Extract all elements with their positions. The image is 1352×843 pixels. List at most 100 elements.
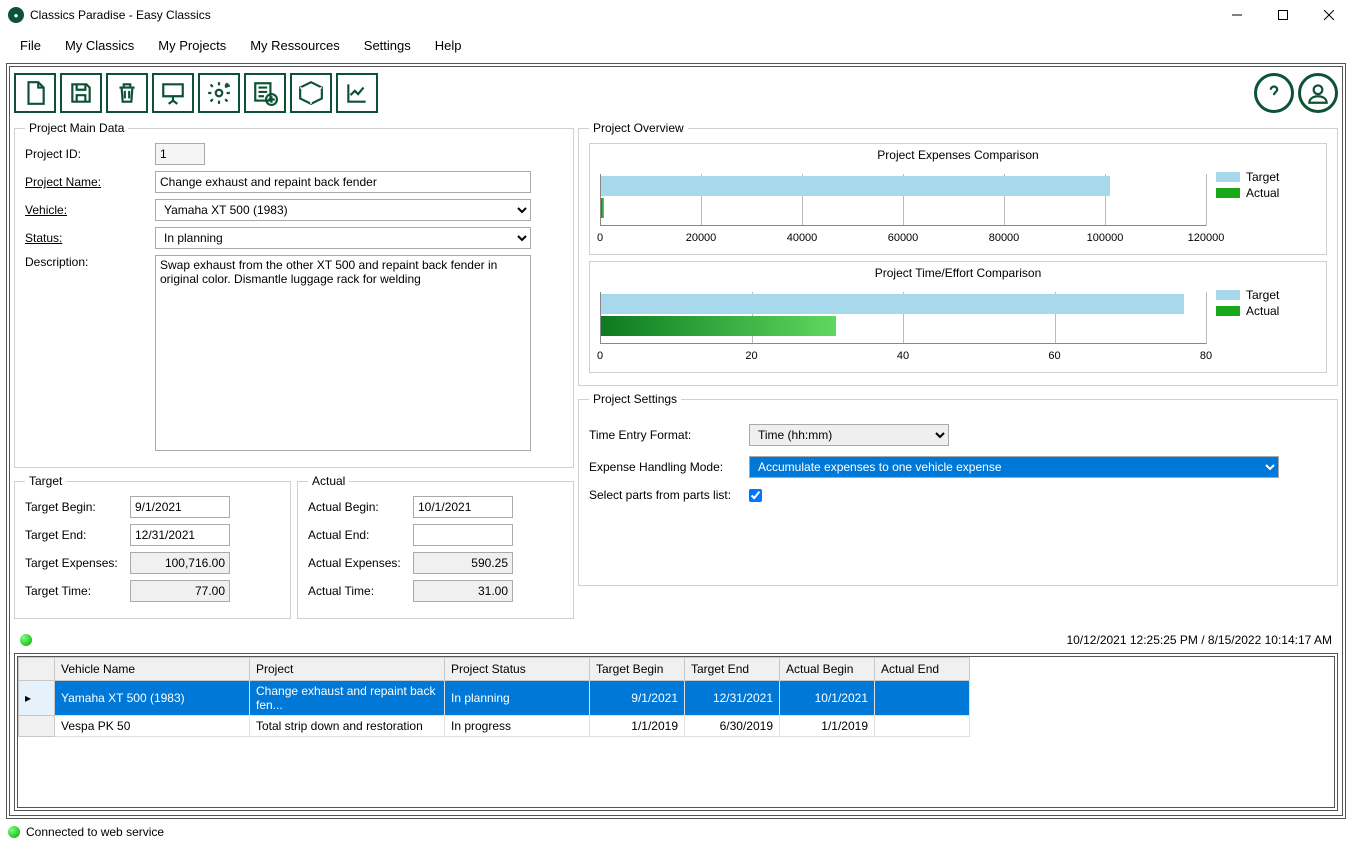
close-button[interactable] [1306, 0, 1352, 30]
row-indicator-icon [19, 716, 55, 737]
expense-mode-select[interactable]: Accumulate expenses to one vehicle expen… [749, 456, 1279, 478]
cell-abegin[interactable]: 10/1/2021 [780, 681, 875, 716]
target-time-field [130, 580, 230, 602]
time-format-select[interactable]: Time (hh:mm) [749, 424, 949, 446]
help-button[interactable] [1254, 73, 1294, 113]
menu-file[interactable]: File [10, 34, 51, 57]
cell-status[interactable]: In progress [445, 716, 590, 737]
table-row[interactable]: ▸ Yamaha XT 500 (1983) Change exhaust an… [19, 681, 970, 716]
col-target-begin[interactable]: Target Begin [590, 658, 685, 681]
time-chart-title: Project Time/Effort Comparison [600, 266, 1316, 280]
grid-rowheader-col [19, 658, 55, 681]
expense-mode-label: Expense Handling Mode: [589, 460, 749, 474]
cell-status[interactable]: In planning [445, 681, 590, 716]
user-button[interactable] [1298, 73, 1338, 113]
time-chart: Project Time/Effort Comparison 020406080… [589, 261, 1327, 373]
col-actual-end[interactable]: Actual End [875, 658, 970, 681]
title-bar: ● Classics Paradise - Easy Classics [0, 0, 1352, 30]
cell-vehicle[interactable]: Yamaha XT 500 (1983) [55, 681, 250, 716]
project-settings-group: Project Settings Time Entry Format: Time… [578, 392, 1338, 586]
cell-project[interactable]: Total strip down and restoration [250, 716, 445, 737]
cell-tend[interactable]: 12/31/2021 [685, 681, 780, 716]
parts-list-checkbox[interactable] [749, 489, 762, 502]
status-timestamps: 10/12/2021 12:25:25 PM / 8/15/2022 10:14… [1066, 633, 1332, 647]
expenses-chart-title: Project Expenses Comparison [600, 148, 1316, 162]
legend-actual-label: Actual [1246, 186, 1279, 200]
description-label: Description: [25, 255, 155, 269]
cell-tbegin[interactable]: 1/1/2019 [590, 716, 685, 737]
chart-button[interactable] [336, 73, 378, 113]
add-record-button[interactable] [244, 73, 286, 113]
project-main-data-group: Project Main Data Project ID: Project Na… [14, 121, 574, 468]
row-indicator-icon: ▸ [19, 681, 55, 716]
cell-abegin[interactable]: 1/1/2019 [780, 716, 875, 737]
maximize-button[interactable] [1260, 0, 1306, 30]
overview-legend: Project Overview [589, 121, 688, 135]
col-actual-begin[interactable]: Actual Begin [780, 658, 875, 681]
legend-actual-label: Actual [1246, 304, 1279, 318]
save-button[interactable] [60, 73, 102, 113]
legend-swatch-actual [1216, 188, 1240, 198]
cell-project[interactable]: Change exhaust and repaint back fen... [250, 681, 445, 716]
new-document-button[interactable] [14, 73, 56, 113]
actual-end-field[interactable] [413, 524, 513, 546]
cell-aend[interactable] [875, 716, 970, 737]
project-name-label[interactable]: Project Name: [25, 175, 155, 189]
legend-target-label: Target [1246, 170, 1279, 184]
col-status[interactable]: Project Status [445, 658, 590, 681]
legend-swatch-target [1216, 172, 1240, 182]
status-label[interactable]: Status: [25, 231, 155, 245]
settings-gear-button[interactable] [198, 73, 240, 113]
expenses-chart-plot: 020000400006000080000100000120000 [600, 164, 1206, 246]
project-id-label: Project ID: [25, 147, 155, 161]
actual-time-field [413, 580, 513, 602]
project-id-field [155, 143, 205, 165]
vehicle-label[interactable]: Vehicle: [25, 203, 155, 217]
toolbar [14, 71, 1338, 117]
cell-aend[interactable] [875, 681, 970, 716]
menu-my-classics[interactable]: My Classics [55, 34, 144, 57]
actual-end-label: Actual End: [308, 528, 413, 542]
actual-time-label: Actual Time: [308, 584, 413, 598]
project-name-field[interactable] [155, 171, 531, 193]
target-begin-field[interactable] [130, 496, 230, 518]
project-overview-group: Project Overview Project Expenses Compar… [578, 121, 1338, 386]
status-strip: 10/12/2021 12:25:25 PM / 8/15/2022 10:14… [14, 629, 1338, 651]
vehicle-select[interactable]: Yamaha XT 500 (1983) [155, 199, 531, 221]
cell-tend[interactable]: 6/30/2019 [685, 716, 780, 737]
actual-begin-field[interactable] [413, 496, 513, 518]
settings-legend: Project Settings [589, 392, 681, 406]
minimize-button[interactable] [1214, 0, 1260, 30]
time-chart-plot: 020406080 [600, 282, 1206, 364]
col-vehicle[interactable]: Vehicle Name [55, 658, 250, 681]
time-chart-legend: Target Actual [1206, 282, 1316, 364]
actual-expenses-field [413, 552, 513, 574]
presentation-button[interactable] [152, 73, 194, 113]
menu-my-projects[interactable]: My Projects [148, 34, 236, 57]
package-button[interactable] [290, 73, 332, 113]
table-row[interactable]: Vespa PK 50 Total strip down and restora… [19, 716, 970, 737]
parts-list-label: Select parts from parts list: [589, 488, 749, 502]
time-format-label: Time Entry Format: [589, 428, 749, 442]
menu-settings[interactable]: Settings [354, 34, 421, 57]
target-end-label: Target End: [25, 528, 130, 542]
menu-my-resources[interactable]: My Ressources [240, 34, 350, 57]
col-target-end[interactable]: Target End [685, 658, 780, 681]
actual-expenses-label: Actual Expenses: [308, 556, 413, 570]
connection-status-text: Connected to web service [26, 825, 164, 839]
target-expenses-label: Target Expenses: [25, 556, 130, 570]
status-select[interactable]: In planning [155, 227, 531, 249]
target-end-field[interactable] [130, 524, 230, 546]
target-group: Target Target Begin: Target End: Target … [14, 474, 291, 619]
delete-button[interactable] [106, 73, 148, 113]
target-time-label: Target Time: [25, 584, 130, 598]
menu-help[interactable]: Help [425, 34, 472, 57]
col-project[interactable]: Project [250, 658, 445, 681]
target-begin-label: Target Begin: [25, 500, 130, 514]
actual-group: Actual Actual Begin: Actual End: Actual … [297, 474, 574, 619]
cell-vehicle[interactable]: Vespa PK 50 [55, 716, 250, 737]
cell-tbegin[interactable]: 9/1/2021 [590, 681, 685, 716]
legend-target-label: Target [1246, 288, 1279, 302]
projects-grid[interactable]: Vehicle Name Project Project Status Targ… [17, 656, 1335, 808]
description-field[interactable]: Swap exhaust from the other XT 500 and r… [155, 255, 531, 451]
